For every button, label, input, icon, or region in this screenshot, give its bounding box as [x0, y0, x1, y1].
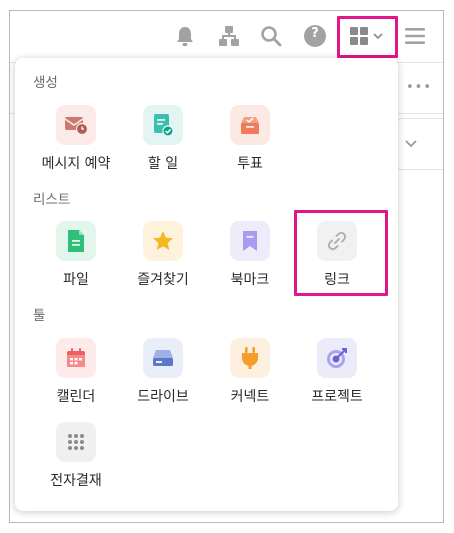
- file-icon: [56, 221, 96, 261]
- link-item-highlight: [294, 210, 388, 296]
- menu-item-todo[interactable]: 할 일: [118, 105, 208, 185]
- drive-icon: [143, 338, 183, 378]
- bookmark-icon: [230, 221, 270, 261]
- menu-item-label: 프로젝트: [311, 389, 363, 405]
- more-options-icon[interactable]: •••: [406, 80, 432, 95]
- menu-item-connect[interactable]: 커넥트: [205, 338, 295, 418]
- menu-item-label: 할 일: [147, 156, 179, 172]
- section-title-list: 리스트: [33, 192, 71, 208]
- menu-item-calendar[interactable]: 캘린더: [31, 338, 121, 418]
- menu-item-approval[interactable]: 전자결재: [31, 422, 121, 502]
- help-icon[interactable]: ?: [302, 23, 328, 49]
- project-target-icon: [317, 338, 357, 378]
- menu-item-label: 캘린더: [56, 389, 96, 405]
- todo-icon: [143, 105, 183, 145]
- approval-dots-icon: [56, 422, 96, 462]
- menu-item-label: 커넥트: [230, 389, 270, 405]
- expand-chevron-icon[interactable]: [404, 134, 418, 153]
- vote-icon: [230, 105, 270, 145]
- menu-item-favorites[interactable]: 즐겨찾기: [118, 221, 208, 301]
- connect-plug-icon: [230, 338, 270, 378]
- help-label: ?: [311, 26, 319, 41]
- org-chart-icon[interactable]: [216, 23, 242, 49]
- calendar-icon: [56, 338, 96, 378]
- menu-item-scheduled-message[interactable]: 메시지 예약: [31, 105, 121, 185]
- menu-item-label: 전자결재: [50, 473, 102, 489]
- menu-item-label: 파일: [63, 272, 89, 288]
- scheduled-message-icon: [56, 105, 96, 145]
- search-icon[interactable]: [258, 23, 284, 49]
- bell-icon[interactable]: [172, 23, 198, 49]
- section-title-tools: 툴: [33, 308, 46, 324]
- menu-item-label: 드라이브: [137, 389, 189, 405]
- menu-item-vote[interactable]: 투표: [205, 105, 295, 185]
- menu-item-project[interactable]: 프로젝트: [292, 338, 382, 418]
- menu-item-label: 북마크: [230, 272, 270, 288]
- menu-item-bookmark[interactable]: 북마크: [205, 221, 295, 301]
- star-icon: [143, 221, 183, 261]
- apps-button-highlight: [337, 16, 398, 58]
- menu-item-file[interactable]: 파일: [31, 221, 121, 301]
- menu-item-label: 즐겨찾기: [137, 272, 189, 288]
- menu-item-label: 메시지 예약: [41, 156, 111, 172]
- menu-item-drive[interactable]: 드라이브: [118, 338, 208, 418]
- section-title-create: 생성: [33, 75, 58, 91]
- menu-icon[interactable]: [402, 23, 428, 49]
- menu-item-label: 투표: [237, 156, 263, 172]
